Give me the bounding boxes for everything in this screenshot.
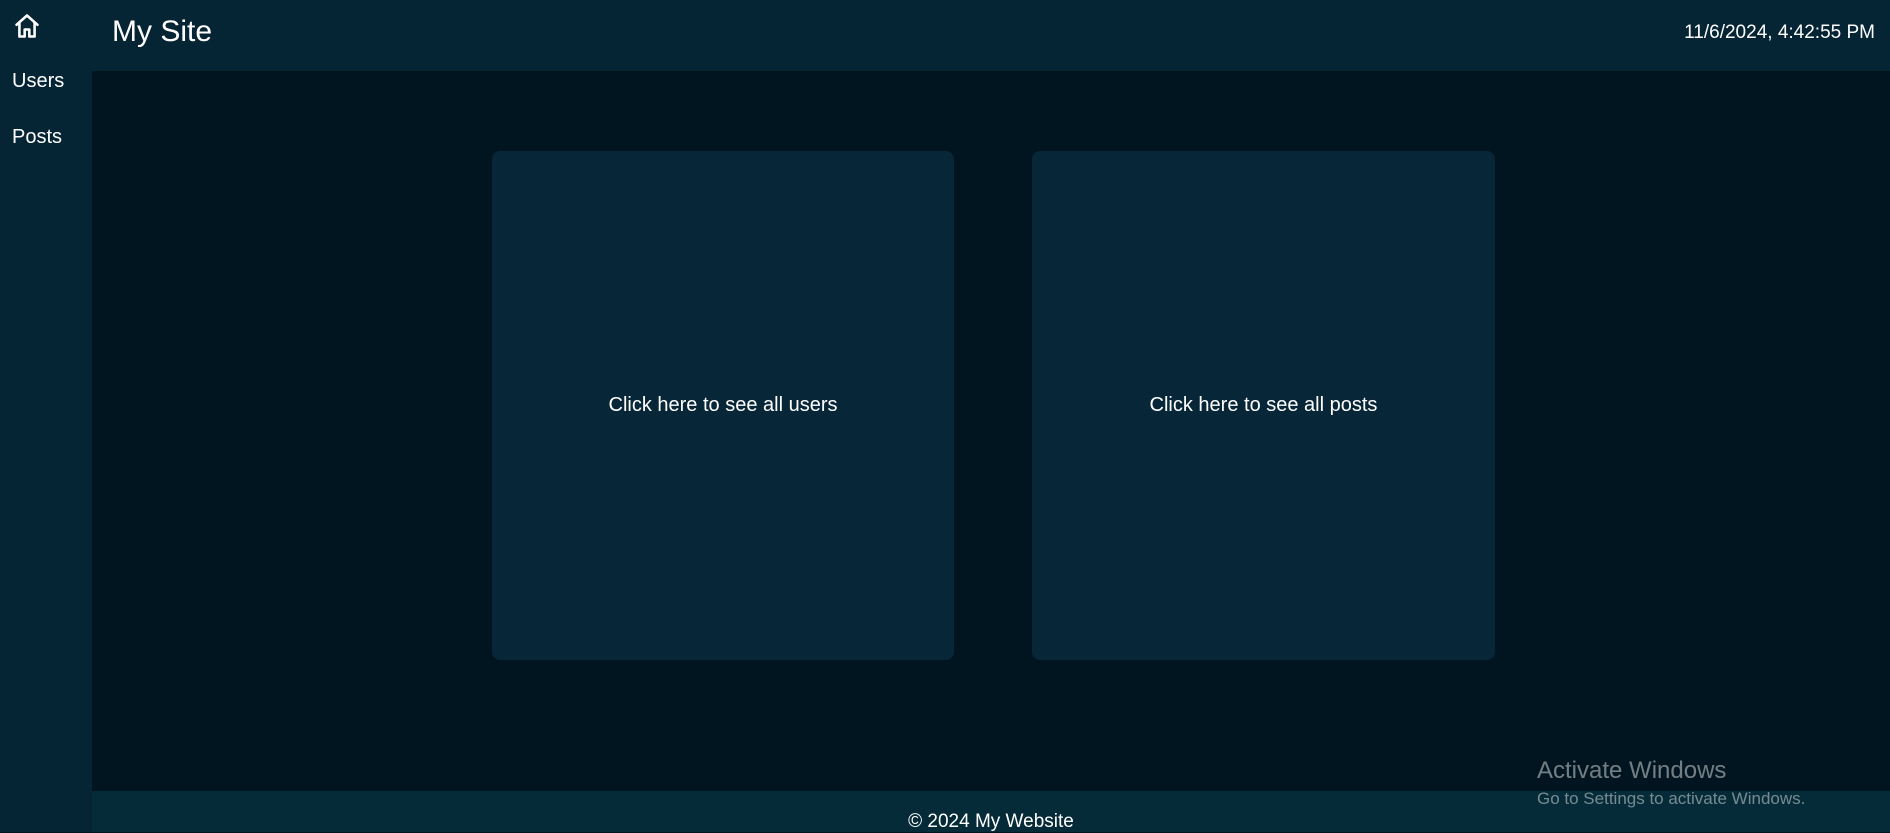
activate-windows-watermark: Activate Windows Go to Settings to activ…	[1537, 757, 1805, 809]
site-title[interactable]: My Site	[112, 15, 212, 49]
sidebar-item-users[interactable]: Users	[12, 70, 64, 93]
watermark-title: Activate Windows	[1537, 757, 1727, 784]
posts-card-label: Click here to see all posts	[1149, 394, 1378, 416]
home-icon	[13, 12, 41, 40]
home-link[interactable]	[13, 12, 41, 40]
datetime-display: 11/6/2024, 4:42:55 PM	[1684, 22, 1875, 43]
header: My Site 11/6/2024, 4:42:55 PM	[92, 0, 1890, 71]
sidebar: Users Posts	[0, 0, 92, 832]
watermark-subtitle: Go to Settings to activate Windows.	[1537, 789, 1806, 808]
footer-copyright: © 2024 My Website	[908, 811, 1074, 832]
users-card[interactable]: Click here to see all users	[492, 151, 954, 660]
sidebar-item-posts[interactable]: Posts	[12, 126, 62, 149]
posts-card[interactable]: Click here to see all posts	[1032, 151, 1495, 660]
users-card-label: Click here to see all users	[608, 394, 838, 416]
